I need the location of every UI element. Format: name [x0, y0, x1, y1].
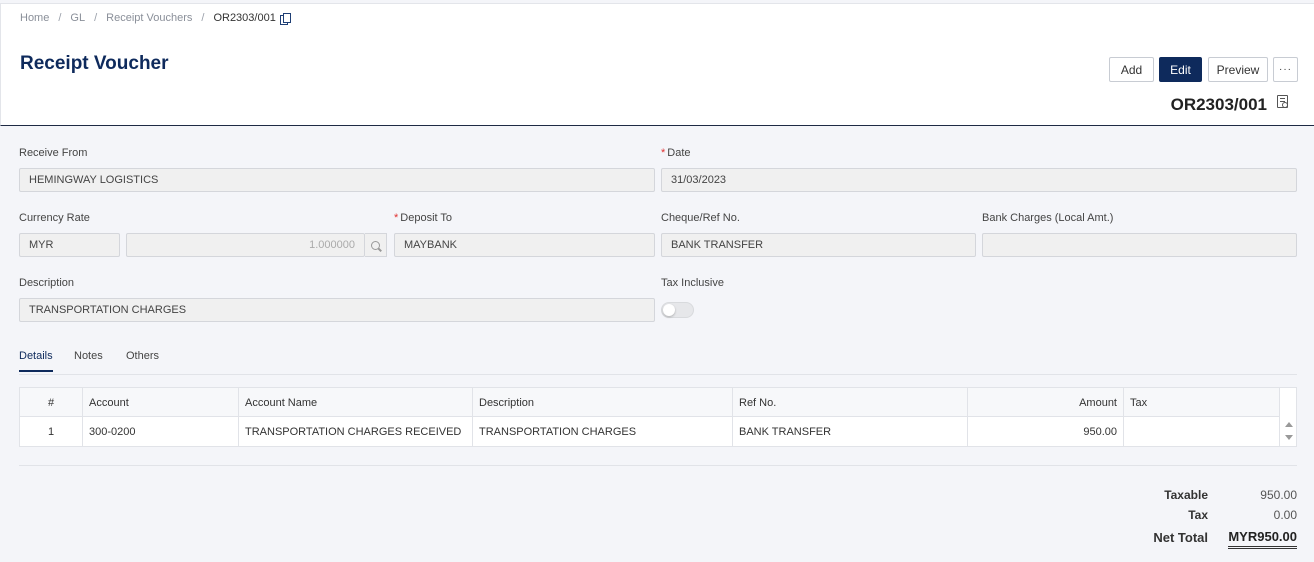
breadcrumb-separator: / — [201, 12, 205, 24]
table-cell: 300-0200 — [83, 417, 239, 446]
description-label: Description — [19, 277, 75, 289]
rate-search-button[interactable] — [365, 233, 387, 257]
receive-from-field[interactable]: HEMINGWAY LOGISTICS — [19, 168, 655, 192]
more-options-button[interactable]: ··· — [1273, 57, 1298, 82]
scroll-up-icon[interactable] — [1285, 422, 1293, 427]
table-cell — [1124, 417, 1280, 446]
add-button[interactable]: Add — [1109, 57, 1154, 82]
breadcrumb-separator: / — [58, 12, 62, 24]
vertical-scrollbar[interactable] — [1279, 388, 1296, 446]
required-mark: * — [394, 212, 399, 224]
page-header: Home / GL / Receipt Vouchers / OR2303/00… — [0, 4, 1314, 126]
column-header[interactable]: Account Name — [239, 388, 473, 417]
currency-field[interactable]: MYR — [19, 233, 120, 257]
page-title: Receipt Voucher — [20, 53, 169, 74]
column-header[interactable]: Account — [83, 388, 239, 417]
taxable-label: Taxable — [1164, 488, 1208, 502]
table-cell: TRANSPORTATION CHARGES — [473, 417, 733, 446]
deposit-to-field[interactable]: MAYBANK — [394, 233, 655, 257]
table-header-row: # Account Account Name Description Ref N… — [20, 388, 1280, 417]
net-total-label: Net Total — [1153, 530, 1208, 545]
bank-charges-field[interactable] — [982, 233, 1297, 257]
breadcrumb-gl[interactable]: GL — [70, 12, 85, 24]
date-label: * Date — [661, 147, 691, 159]
document-number: OR2303/001 — [1170, 95, 1267, 114]
search-icon — [371, 240, 380, 250]
required-mark: * — [661, 147, 666, 159]
detail-tabs: Details Notes Others — [19, 350, 1297, 375]
column-header[interactable]: # — [20, 388, 83, 417]
column-header[interactable]: Description — [473, 388, 733, 417]
tab-notes[interactable]: Notes — [74, 350, 103, 370]
column-header[interactable]: Amount — [968, 388, 1124, 417]
table-cell: TRANSPORTATION CHARGES RECEIVED — [239, 417, 473, 446]
taxable-value: 950.00 — [1260, 488, 1297, 502]
edit-button[interactable]: Edit — [1159, 57, 1202, 82]
tab-details[interactable]: Details — [19, 350, 53, 372]
table-row[interactable]: 1 300-0200 TRANSPORTATION CHARGES RECEIV… — [20, 417, 1280, 446]
table-cell: 950.00 — [968, 417, 1124, 446]
divider — [19, 465, 1297, 466]
net-total-value: MYR950.00 — [1228, 529, 1297, 549]
scroll-down-icon[interactable] — [1285, 435, 1293, 440]
date-field[interactable]: 31/03/2023 — [661, 168, 1297, 192]
receive-from-label: Receive From — [19, 147, 88, 159]
table-cell: BANK TRANSFER — [733, 417, 968, 446]
tax-inclusive-toggle[interactable] — [661, 302, 694, 318]
description-field[interactable]: TRANSPORTATION CHARGES — [19, 298, 655, 322]
tax-inclusive-label: Tax Inclusive — [661, 277, 724, 289]
tax-value: 0.00 — [1273, 508, 1297, 522]
column-header[interactable]: Tax — [1124, 388, 1280, 417]
rate-field[interactable]: 1.000000 — [126, 233, 365, 257]
preview-button[interactable]: Preview — [1208, 57, 1268, 82]
deposit-to-label-text: Deposit To — [400, 212, 453, 224]
tab-others[interactable]: Others — [126, 350, 159, 370]
cheque-ref-field[interactable]: BANK TRANSFER — [661, 233, 976, 257]
cheque-ref-label: Cheque/Ref No. — [661, 212, 740, 224]
column-header[interactable]: Ref No. — [733, 388, 968, 417]
details-table: # Account Account Name Description Ref N… — [19, 387, 1297, 447]
breadcrumb-current: OR2303/001 — [213, 12, 276, 24]
currency-rate-label: Currency Rate — [19, 212, 90, 224]
table-cell: 1 — [20, 417, 83, 446]
document-search-icon[interactable] — [1277, 95, 1288, 108]
copy-icon[interactable] — [279, 13, 291, 25]
toggle-knob — [663, 304, 675, 316]
date-label-text: Date — [667, 147, 691, 159]
deposit-to-label: * Deposit To — [394, 212, 452, 224]
bank-charges-label: Bank Charges (Local Amt.) — [982, 212, 1114, 224]
breadcrumb-receipt-vouchers[interactable]: Receipt Vouchers — [106, 12, 192, 24]
breadcrumb-home[interactable]: Home — [20, 12, 49, 24]
breadcrumb: Home / GL / Receipt Vouchers / OR2303/00… — [20, 12, 291, 25]
tax-label: Tax — [1188, 508, 1208, 522]
breadcrumb-separator: / — [94, 12, 98, 24]
